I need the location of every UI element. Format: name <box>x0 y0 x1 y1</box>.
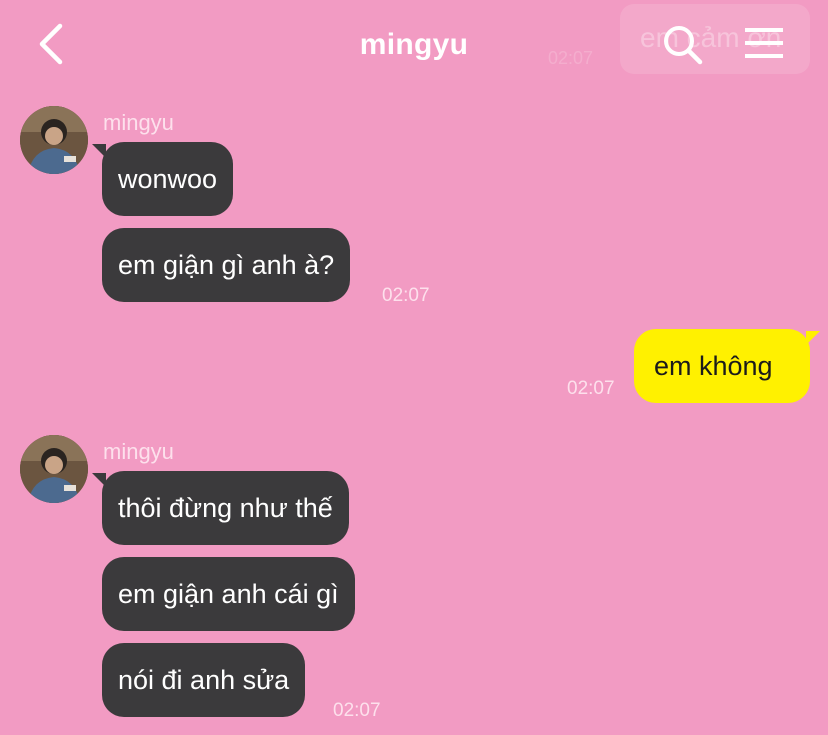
message-text: em giận gì anh à? <box>118 249 335 280</box>
sender-name: mingyu <box>103 439 174 464</box>
menu-button[interactable] <box>742 24 786 64</box>
search-icon <box>664 26 703 65</box>
message-bubble[interactable]: em giận anh cái gì <box>102 557 355 631</box>
message-text: em giận anh cái gì <box>118 578 339 609</box>
message-bubble[interactable]: nói đi anh sửa <box>102 643 306 717</box>
message-text: nói đi anh sửa <box>118 664 290 695</box>
message-time: 02:07 <box>567 378 615 399</box>
message-time: 02:07 <box>382 285 430 306</box>
message-bubble[interactable]: em giận gì anh à? <box>102 228 351 302</box>
avatar-photo <box>20 435 88 503</box>
sender-name: mingyu <box>103 110 174 135</box>
hamburger-menu-icon <box>745 28 783 58</box>
search-button[interactable] <box>660 22 706 68</box>
my-message-bubble[interactable]: em không <box>634 329 820 403</box>
message-text: em không <box>654 350 773 381</box>
message-bubble[interactable]: thôi đừng như thế <box>92 471 349 545</box>
message-bubble[interactable]: wonwoo <box>91 142 234 216</box>
avatar-photo <box>20 106 88 174</box>
message-text: wonwoo <box>118 163 218 194</box>
avatar[interactable] <box>20 106 88 174</box>
message-preview-time: 02:07 <box>548 48 594 68</box>
message-text: thôi đừng như thế <box>118 492 333 523</box>
avatar[interactable] <box>20 435 88 503</box>
message-time: 02:07 <box>333 700 381 721</box>
